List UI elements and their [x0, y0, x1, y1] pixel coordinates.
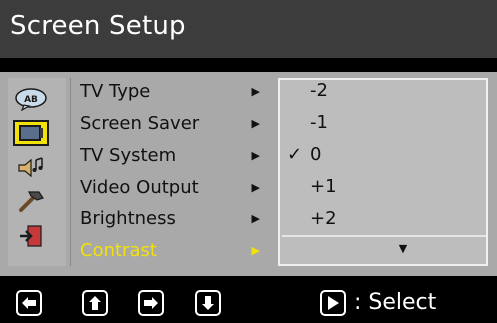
value-option[interactable]: +1 [310, 172, 370, 202]
chevron-right-icon: ▶ [251, 181, 260, 194]
chevron-right-icon: ▶ [251, 149, 260, 162]
speaker-music-icon [18, 157, 43, 178]
language-category-button[interactable]: AB [13, 86, 49, 112]
up-arrow-button[interactable] [82, 290, 108, 316]
chevron-right-icon: ▶ [251, 212, 260, 225]
screen-category-button[interactable] [13, 120, 49, 146]
audio-category-button[interactable] [13, 155, 49, 181]
menu-item-tv-system[interactable]: TV System ▶ [80, 141, 270, 171]
chevron-right-icon: ▶ [251, 85, 260, 98]
speech-bubble-icon: AB [15, 88, 47, 111]
menu-item-video-output[interactable]: Video Output ▶ [80, 173, 270, 203]
value-option[interactable]: -1 [310, 108, 370, 138]
exit-door-icon [20, 225, 42, 247]
menu-item-label: TV Type [80, 81, 151, 102]
chevron-right-icon: ▶ [251, 117, 260, 130]
title-bar: Screen Setup [0, 0, 497, 58]
arrow-down-icon [202, 296, 214, 310]
monitor-icon [19, 125, 43, 141]
menu-item-label: Screen Saver [80, 113, 200, 134]
arrow-up-icon [89, 296, 101, 310]
play-icon [328, 296, 339, 310]
menu-item-tv-type[interactable]: TV Type ▶ [80, 77, 270, 107]
down-arrow-button[interactable] [195, 290, 221, 316]
menu-item-label: Brightness [80, 208, 176, 229]
select-button[interactable] [320, 290, 346, 316]
value-option[interactable]: +2 [310, 204, 370, 234]
osd-frame: Screen Setup AB TV Type ▶ Screen Saver ▶… [0, 0, 497, 323]
exit-category-button[interactable] [13, 223, 49, 249]
hammer-icon [19, 191, 44, 212]
menu-item-label: TV System [80, 145, 177, 166]
chevron-right-icon: ▶ [251, 244, 260, 257]
value-option[interactable]: -2 [310, 76, 370, 106]
menu-item-contrast[interactable]: Contrast ▶ [80, 236, 270, 266]
checkmark-icon: ✓ [287, 144, 303, 165]
arrow-left-icon [22, 297, 36, 309]
page-title: Screen Setup [10, 11, 186, 41]
menu-item-screen-saver[interactable]: Screen Saver ▶ [80, 109, 270, 139]
left-arrow-button[interactable] [16, 290, 42, 316]
value-option-selected[interactable]: 0 [310, 140, 370, 170]
svg-text:AB: AB [24, 95, 38, 105]
arrow-right-icon [144, 297, 158, 309]
scroll-down-icon[interactable]: ▼ [396, 242, 410, 256]
menu-item-brightness[interactable]: Brightness ▶ [80, 204, 270, 234]
menu-item-label: Contrast [80, 240, 157, 261]
menu-item-label: Video Output [80, 177, 199, 198]
tools-category-button[interactable] [13, 188, 49, 214]
select-hint-label: : Select [354, 290, 437, 315]
value-list-divider [282, 235, 486, 237]
right-arrow-button[interactable] [138, 290, 164, 316]
